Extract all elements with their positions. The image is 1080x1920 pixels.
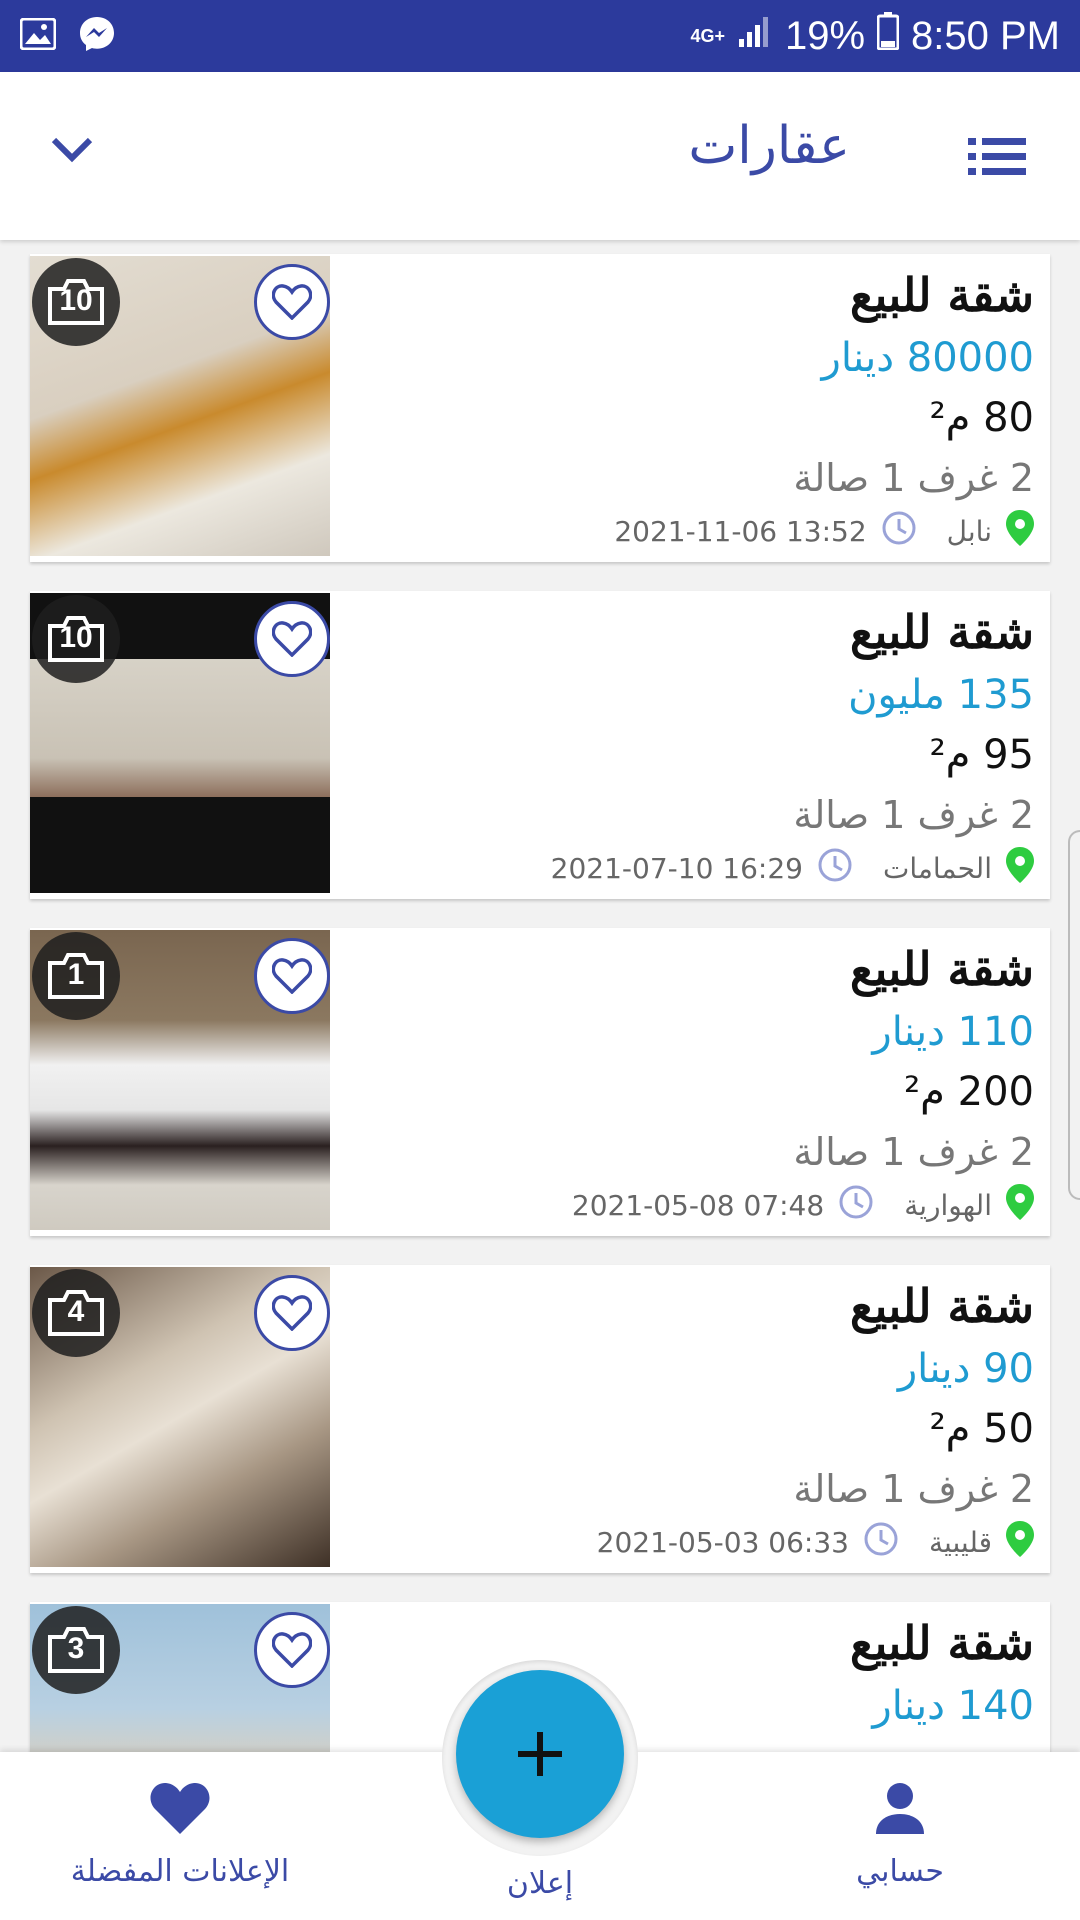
listing-location: الهوارية [904, 1189, 992, 1222]
listing-price: 110 دينار [872, 1009, 1034, 1055]
photo-count-badge: 10 [32, 258, 120, 346]
listing-photo[interactable]: 10 [30, 593, 330, 893]
listing-meta: نابل 2021-11-06 13:52 [374, 510, 1034, 553]
listing-title: شقة للبيع [850, 1279, 1034, 1333]
listing-meta: قليبية 2021-05-03 06:33 [374, 1521, 1034, 1564]
favorite-heart-icon[interactable] [254, 1612, 330, 1688]
heart-icon [148, 1780, 212, 1844]
photo-count-badge: 1 [32, 932, 120, 1020]
status-bar: 4G+ 19% 8:50 PM [0, 0, 1080, 72]
listing-area: 50 م² [929, 1406, 1034, 1452]
nav-add[interactable]: إعلان [480, 1856, 600, 1901]
listing-date: 2021-05-08 07:48 [571, 1189, 825, 1222]
signal-icon [737, 13, 773, 59]
clock-icon [881, 510, 917, 553]
location-pin-icon [1006, 1521, 1034, 1564]
location-pin-icon [1006, 510, 1034, 553]
listing-title: شقة للبيع [850, 1616, 1034, 1670]
listing-info: شقة للبيع 80000 دينار 80 م² 2 غرف 1 صالة… [374, 262, 1034, 553]
listing-price: 135 مليون [848, 672, 1034, 718]
listing-info: شقة للبيع 110 دينار 200 م² 2 غرف 1 صالة … [374, 936, 1034, 1227]
listing-meta: الهوارية 2021-05-08 07:48 [374, 1184, 1034, 1227]
listing-info: شقة للبيع 90 دينار 50 م² 2 غرف 1 صالة قل… [374, 1273, 1034, 1564]
listing-card[interactable]: 10 شقة للبيع 135 مليون 95 م² 2 غرف 1 صال… [30, 591, 1050, 899]
listing-date: 2021-11-06 13:52 [614, 515, 867, 548]
favorite-heart-icon[interactable] [254, 601, 330, 677]
plus-icon [518, 1732, 562, 1776]
listing-location: قليبية [928, 1526, 992, 1559]
page-title: عقارات [688, 116, 850, 176]
person-icon [872, 1780, 928, 1844]
listing-price: 90 دينار [897, 1346, 1034, 1392]
listing-meta: الحمامات 2021-07-10 16:29 [374, 847, 1034, 890]
nav-account[interactable]: حسابي [840, 1780, 960, 1889]
battery-percent: 19% [784, 13, 866, 58]
listing-photo[interactable]: 1 [30, 930, 330, 1230]
favorite-heart-icon[interactable] [254, 938, 330, 1014]
clock-time: 8:50 PM [911, 13, 1060, 58]
listing-location: الحمامات [883, 852, 992, 885]
listing-card[interactable]: 4 شقة للبيع 90 دينار 50 م² 2 غرف 1 صالة … [30, 1265, 1050, 1573]
listing-area: 95 م² [929, 732, 1034, 778]
listing-rooms: 2 غرف 1 صالة [793, 793, 1034, 837]
listing-photo[interactable]: 10 [30, 256, 330, 556]
clock-icon [838, 1184, 874, 1227]
listing-card[interactable]: 10 شقة للبيع 80000 دينار 80 م² 2 غرف 1 ص… [30, 254, 1050, 562]
nav-favorites[interactable]: الإعلانات المفضلة [60, 1780, 300, 1889]
add-listing-button[interactable] [456, 1670, 624, 1838]
battery-icon [876, 12, 900, 60]
messenger-icon [78, 15, 116, 57]
clock-icon [817, 847, 853, 890]
listing-rooms: 2 غرف 1 صالة [793, 456, 1034, 500]
listing-photo[interactable]: 4 [30, 1267, 330, 1567]
location-pin-icon [1006, 1184, 1034, 1227]
listing-title: شقة للبيع [850, 605, 1034, 659]
nav-favorites-label: الإعلانات المفضلة [70, 1854, 290, 1889]
listing-rooms: 2 غرف 1 صالة [793, 1467, 1034, 1511]
favorite-heart-icon[interactable] [254, 264, 330, 340]
app-bar: عقارات [0, 72, 1080, 240]
listing-location: نابل [946, 515, 992, 548]
nav-account-label: حسابي [856, 1854, 944, 1889]
listing-title: شقة للبيع [850, 268, 1034, 322]
listing-area: 200 م² [904, 1069, 1034, 1115]
chevron-down-icon[interactable] [48, 132, 96, 170]
location-pin-icon [1006, 847, 1034, 890]
clock-icon [863, 1521, 899, 1564]
scroll-indicator[interactable] [1068, 830, 1080, 1200]
listing-info: شقة للبيع 135 مليون 95 م² 2 غرف 1 صالة ا… [374, 599, 1034, 890]
listing-date: 2021-07-10 16:29 [550, 852, 803, 885]
nav-add-label: إعلان [506, 1866, 574, 1901]
listing-price: 80000 دينار [821, 335, 1034, 381]
gallery-icon [19, 17, 57, 54]
listing-area: 80 م² [929, 395, 1034, 441]
listing-date: 2021-05-03 06:33 [596, 1526, 849, 1559]
list-view-icon[interactable] [968, 136, 1026, 180]
photo-count-badge: 10 [32, 595, 120, 683]
favorite-heart-icon[interactable] [254, 1275, 330, 1351]
listing-card[interactable]: 1 شقة للبيع 110 دينار 200 م² 2 غرف 1 صال… [30, 928, 1050, 1236]
listing-rooms: 2 غرف 1 صالة [793, 1130, 1034, 1174]
listing-title: شقة للبيع [850, 942, 1034, 996]
photo-count-badge: 4 [32, 1269, 120, 1357]
photo-count-badge: 3 [32, 1606, 120, 1694]
network-indicator: 4G+ [690, 26, 725, 46]
